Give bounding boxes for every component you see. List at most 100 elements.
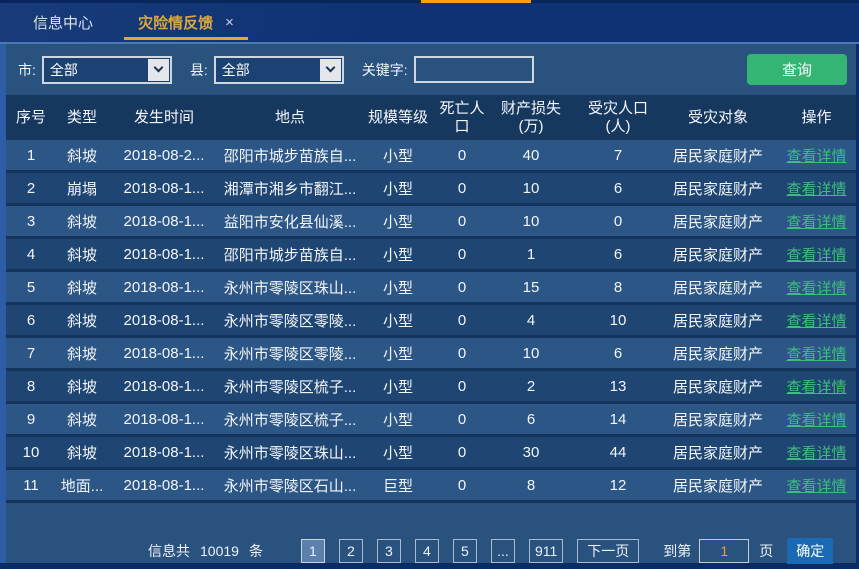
table-cell-affected: 6 <box>574 345 662 362</box>
table-row: 3斜坡2018-08-1...益阳市安化县仙溪...小型0100居民家庭财产查看… <box>6 206 856 236</box>
table-cell-loss: 10 <box>488 345 574 362</box>
table-cell-scale: 小型 <box>360 310 436 331</box>
keyword-input[interactable] <box>414 56 534 83</box>
table-cell-deaths: 0 <box>436 180 488 197</box>
table-cell-scale: 小型 <box>360 145 436 166</box>
content-panel: 市: 全部 县: 全部 关键字: 查询 序号类型发生时间地点规模等级死亡人口财产… <box>6 44 856 563</box>
goto-page-input[interactable] <box>699 539 749 563</box>
table-row: 9斜坡2018-08-1...永州市零陵区梳子...小型0614居民家庭财产查看… <box>6 404 856 434</box>
tab-bar: 信息中心 灾险情反馈 × <box>0 3 859 42</box>
table-cell-time: 2018-08-1... <box>108 213 220 230</box>
table-cell-deaths: 0 <box>436 246 488 263</box>
view-details-link[interactable]: 查看详情 <box>774 244 859 265</box>
table-cell-scale: 小型 <box>360 277 436 298</box>
table-cell-loss: 15 <box>488 279 574 296</box>
table-cell-affected: 6 <box>574 180 662 197</box>
table-cell-time: 2018-08-1... <box>108 180 220 197</box>
view-details-link[interactable]: 查看详情 <box>774 178 859 199</box>
table-cell-scale: 小型 <box>360 442 436 463</box>
filter-bar: 市: 全部 县: 全部 关键字: 查询 <box>6 44 856 95</box>
table-cell-place: 永州市零陵区零陵... <box>220 343 360 364</box>
table-cell-loss: 10 <box>488 180 574 197</box>
column-header: 受灾人口(人) <box>574 100 662 135</box>
table-cell-target: 居民家庭财产 <box>662 376 774 397</box>
page-button[interactable]: 5 <box>453 539 477 563</box>
keyword-label: 关键字: <box>362 60 408 80</box>
page-button[interactable]: 2 <box>339 539 363 563</box>
table-cell-type: 地面... <box>56 475 108 496</box>
confirm-button[interactable]: 确定 <box>787 538 833 564</box>
table-cell-place: 永州市零陵区梳子... <box>220 409 360 430</box>
column-header: 受灾对象 <box>662 109 774 126</box>
view-details-link[interactable]: 查看详情 <box>774 475 859 496</box>
table-cell-place: 永州市零陵区梳子... <box>220 376 360 397</box>
table-cell-scale: 小型 <box>360 409 436 430</box>
table-cell-loss: 6 <box>488 411 574 428</box>
view-details-link[interactable]: 查看详情 <box>774 376 859 397</box>
table-cell-target: 居民家庭财产 <box>662 244 774 265</box>
table-cell-place: 湘潭市湘乡市翻江... <box>220 178 360 199</box>
table-row: 1斜坡2018-08-2...邵阳市城步苗族自...小型0407居民家庭财产查看… <box>6 140 856 170</box>
table-cell-affected: 12 <box>574 477 662 494</box>
pagination-bar: 信息共 10019 条 12345...911 下一页 到第 页 确定 <box>6 538 856 564</box>
city-select[interactable]: 全部 <box>42 56 172 84</box>
table-cell-place: 邵阳市城步苗族自... <box>220 244 360 265</box>
table-cell-target: 居民家庭财产 <box>662 475 774 496</box>
table-cell-place: 永州市零陵区珠山... <box>220 442 360 463</box>
table-cell-no: 8 <box>6 378 56 395</box>
view-details-link[interactable]: 查看详情 <box>774 409 859 430</box>
table-cell-no: 10 <box>6 444 56 461</box>
view-details-link[interactable]: 查看详情 <box>774 211 859 232</box>
table-cell-scale: 小型 <box>360 178 436 199</box>
table-row: 6斜坡2018-08-1...永州市零陵区零陵...小型0410居民家庭财产查看… <box>6 305 856 335</box>
page-button[interactable]: 4 <box>415 539 439 563</box>
goto-page-suffix: 页 <box>759 541 773 561</box>
table-cell-place: 益阳市安化县仙溪... <box>220 211 360 232</box>
table-cell-target: 居民家庭财产 <box>662 145 774 166</box>
table-cell-type: 斜坡 <box>56 376 108 397</box>
total-count: 10019 <box>200 543 239 559</box>
table-cell-loss: 4 <box>488 312 574 329</box>
view-details-link[interactable]: 查看详情 <box>774 442 859 463</box>
table-cell-type: 斜坡 <box>56 442 108 463</box>
county-select-value: 全部 <box>222 60 250 80</box>
table-cell-place: 永州市零陵区石山... <box>220 475 360 496</box>
close-icon[interactable]: × <box>225 14 234 31</box>
county-select[interactable]: 全部 <box>214 56 344 84</box>
next-page-button[interactable]: 下一页 <box>577 539 639 563</box>
tab-disaster-feedback[interactable]: 灾险情反馈 × <box>124 3 248 42</box>
column-header-line: (人) <box>574 118 662 135</box>
view-details-link[interactable]: 查看详情 <box>774 277 859 298</box>
page-button[interactable]: 3 <box>377 539 401 563</box>
tab-info-center-label: 信息中心 <box>33 12 93 33</box>
search-button[interactable]: 查询 <box>747 54 847 85</box>
table-row: 2崩塌2018-08-1...湘潭市湘乡市翻江...小型0106居民家庭财产查看… <box>6 173 856 203</box>
view-details-link[interactable]: 查看详情 <box>774 343 859 364</box>
table-cell-affected: 8 <box>574 279 662 296</box>
column-header-line: 财产损失 <box>488 100 574 117</box>
table-cell-time: 2018-08-1... <box>108 312 220 329</box>
table-row: 11地面...2018-08-1...永州市零陵区石山...巨型0812居民家庭… <box>6 470 856 500</box>
page-button[interactable]: ... <box>491 539 515 563</box>
page-button[interactable]: 1 <box>301 539 325 563</box>
tab-info-center[interactable]: 信息中心 <box>33 3 93 42</box>
column-header-line: 口 <box>436 118 488 135</box>
table-cell-time: 2018-08-2... <box>108 147 220 164</box>
table-cell-deaths: 0 <box>436 378 488 395</box>
tab-disaster-feedback-label: 灾险情反馈 <box>138 12 213 33</box>
table-cell-target: 居民家庭财产 <box>662 442 774 463</box>
view-details-link[interactable]: 查看详情 <box>774 310 859 331</box>
column-header: 发生时间 <box>108 109 220 126</box>
table-cell-no: 7 <box>6 345 56 362</box>
view-details-link[interactable]: 查看详情 <box>774 145 859 166</box>
page-button[interactable]: 911 <box>529 539 563 563</box>
table-cell-no: 4 <box>6 246 56 263</box>
table-cell-target: 居民家庭财产 <box>662 409 774 430</box>
table-cell-deaths: 0 <box>436 345 488 362</box>
table-cell-affected: 10 <box>574 312 662 329</box>
table-cell-target: 居民家庭财产 <box>662 277 774 298</box>
table-header: 序号类型发生时间地点规模等级死亡人口财产损失(万)受灾人口(人)受灾对象操作 <box>6 95 856 140</box>
city-label: 市: <box>18 60 36 80</box>
table-cell-loss: 10 <box>488 213 574 230</box>
table-cell-deaths: 0 <box>436 213 488 230</box>
